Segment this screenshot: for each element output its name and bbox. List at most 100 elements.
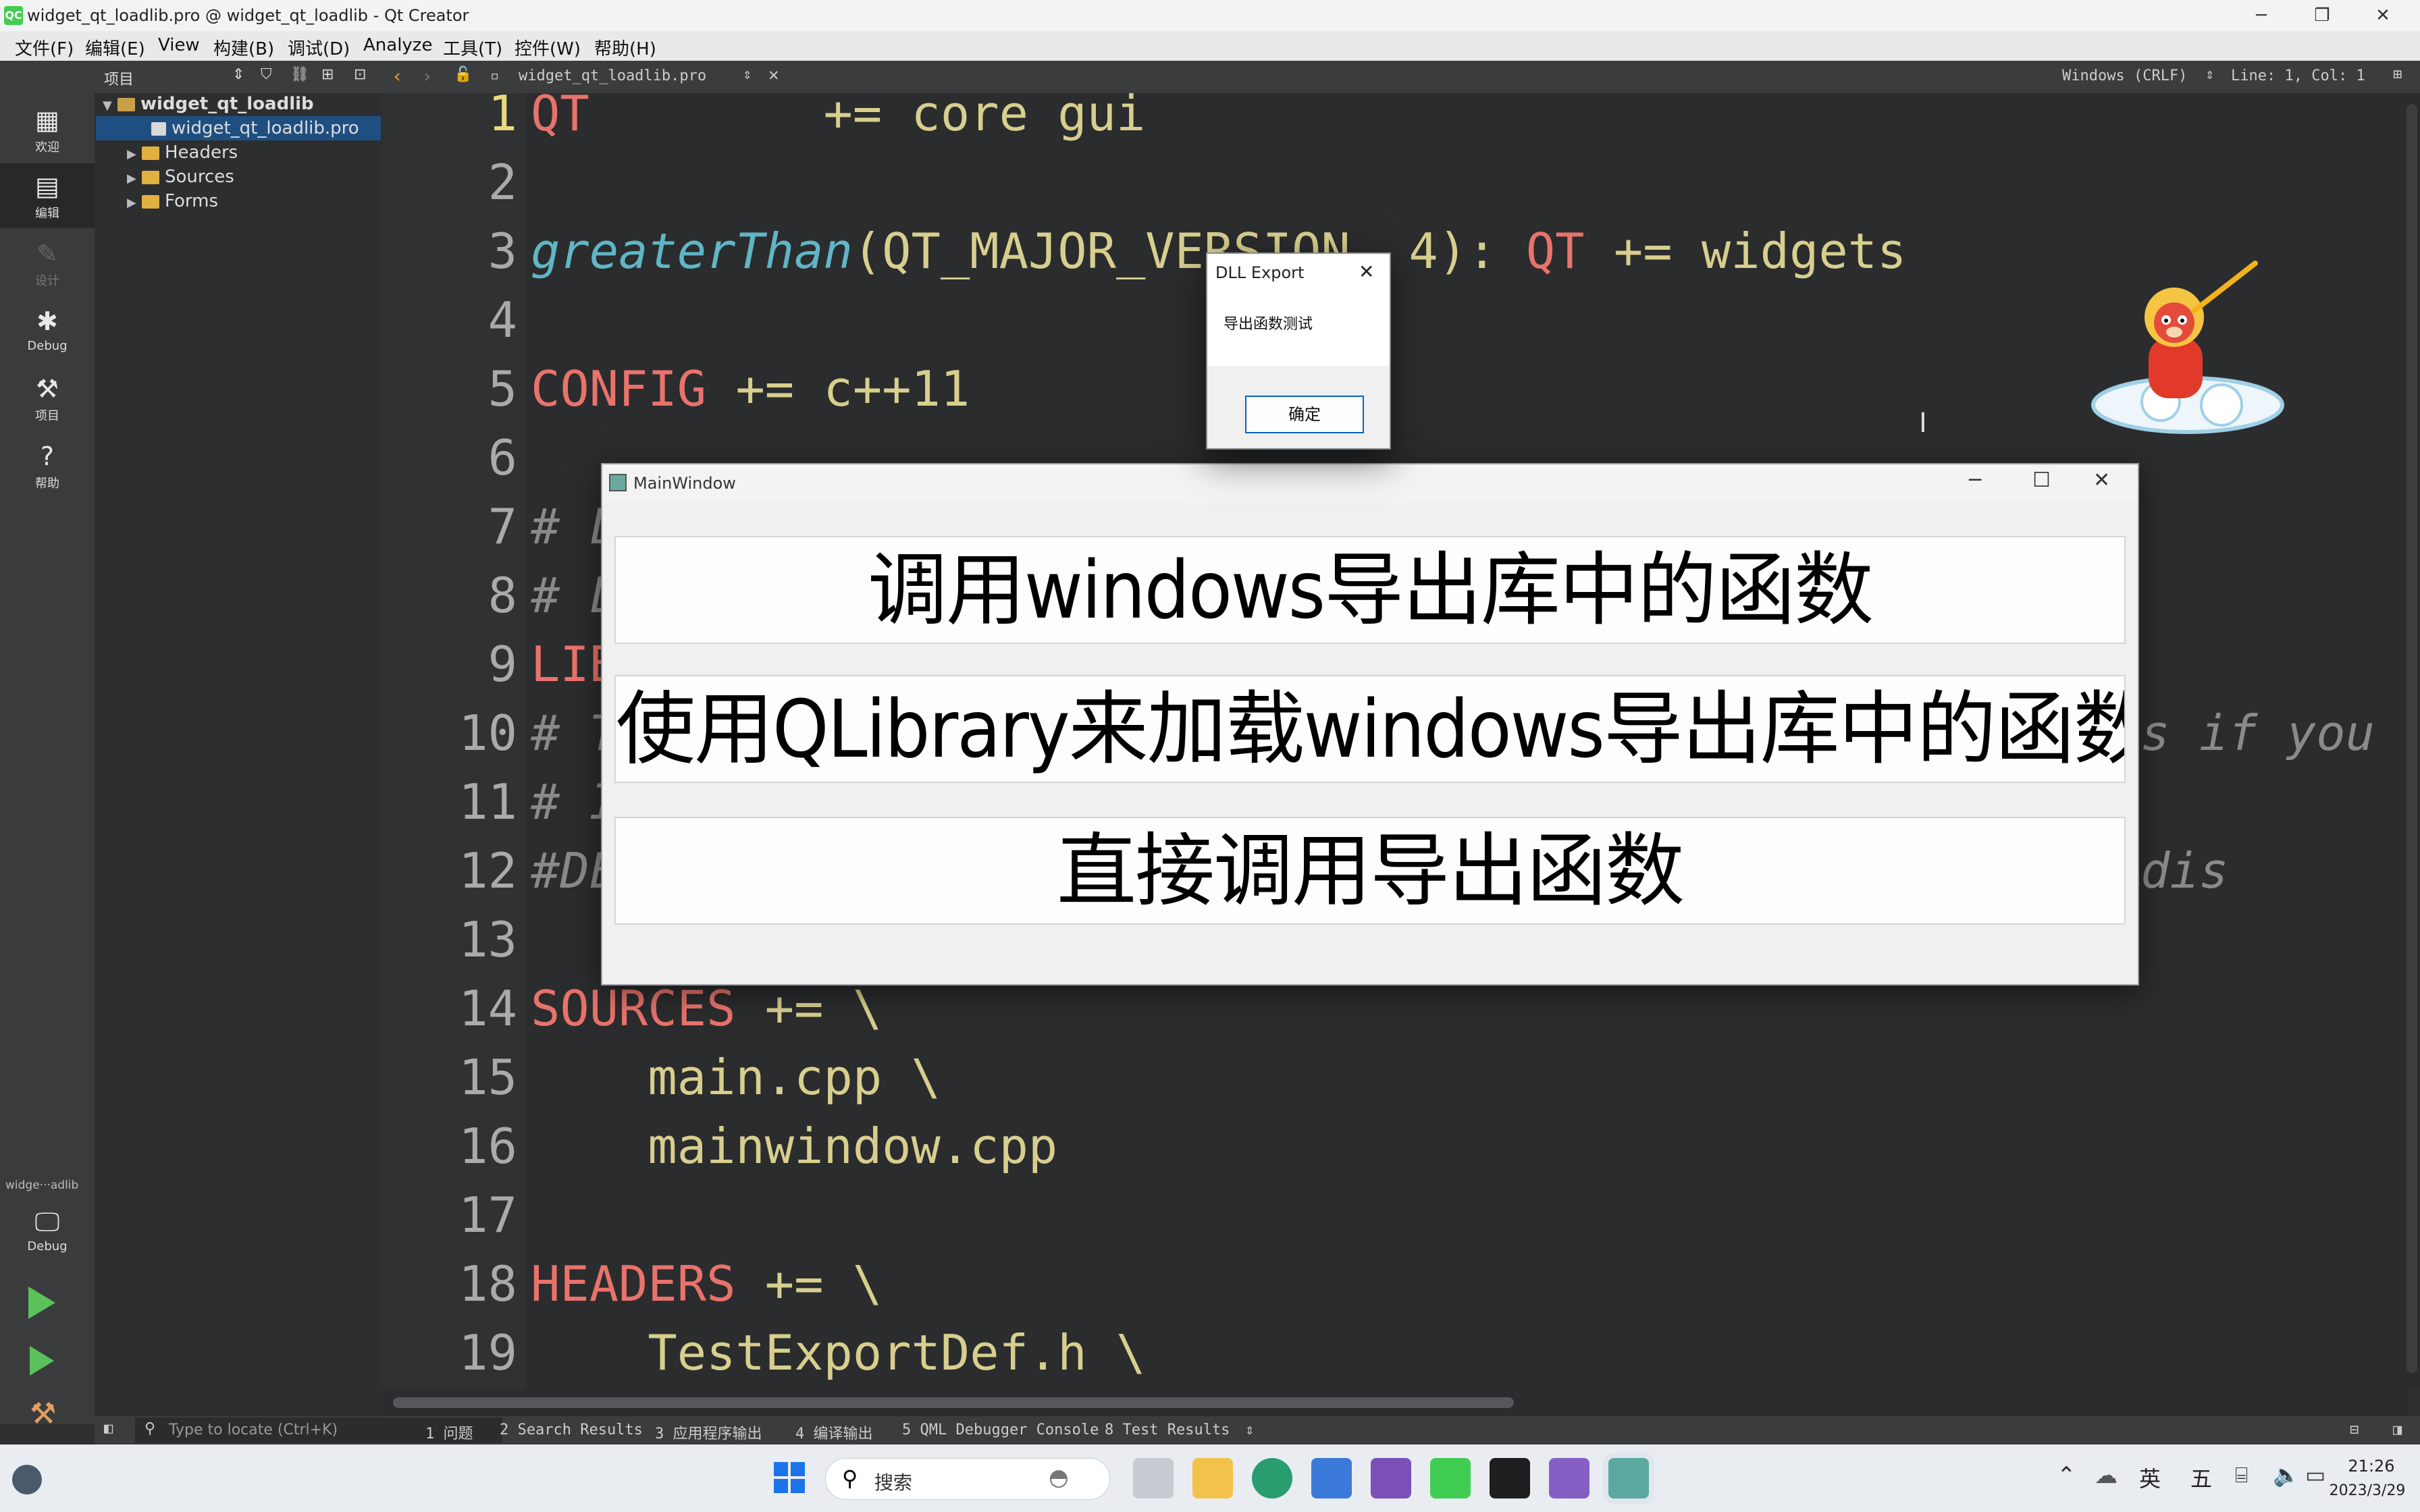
microsoft-store-icon[interactable] [1311, 1458, 1352, 1498]
visual-studio-code-icon[interactable] [1549, 1458, 1589, 1498]
split-editor-icon[interactable]: ⊞ [2393, 66, 2402, 83]
monkey-king-mascot-sticker [2091, 261, 2284, 434]
mode-label: 帮助 [35, 477, 59, 491]
code-line: TestExportDef.h \ [531, 1324, 1145, 1381]
mode-design[interactable]: ✎ 设计 [0, 231, 95, 296]
minimize-icon[interactable]: ─ [1969, 468, 1981, 492]
terminal-icon[interactable] [1490, 1458, 1530, 1498]
tree-item-pro-file[interactable]: widget_qt_loadlib.pro [151, 116, 359, 140]
back-icon[interactable]: ‹ [392, 65, 403, 87]
line-ending-dropdown-icon[interactable]: ⇕ [2205, 66, 2214, 83]
kit-selector[interactable]: 🖵 Debug [0, 1199, 95, 1264]
tree-item-sources[interactable]: ▶ Sources [127, 165, 234, 189]
mode-projects[interactable]: ⚒ 项目 [0, 366, 95, 431]
run-icon[interactable] [28, 1287, 55, 1319]
weekday-indicator[interactable]: 五 [2190, 1462, 2212, 1493]
line-ending-selector[interactable]: Windows (CRLF) [2062, 68, 2187, 84]
taskbar-search-label: 搜索 [874, 1472, 913, 1494]
horizontal-scroll-thumb[interactable] [393, 1397, 1514, 1408]
menu-tools[interactable]: 工具(T) [443, 35, 502, 60]
output-options-icon[interactable]: ⊟ [2350, 1422, 2359, 1438]
show-hidden-icons-icon[interactable]: ⌃ [2057, 1462, 2076, 1489]
code-token: HEADERS [531, 1256, 736, 1312]
ok-button[interactable]: 确定 [1245, 396, 1364, 433]
mode-welcome[interactable]: ▦ 欢迎 [0, 97, 95, 162]
close-document-icon[interactable]: ✕ [768, 65, 779, 85]
onedrive-cloud-icon[interactable]: ☁ [2095, 1462, 2118, 1489]
mode-debug[interactable]: ✱ Debug [0, 298, 95, 363]
code-line: main.cpp \ [531, 1049, 940, 1106]
output-pane-bar: ◧ ⚲ Type to locate (Ctrl+K) 1 问题 2 Searc… [95, 1416, 2420, 1444]
clock-time[interactable]: 21:26 [2331, 1457, 2412, 1476]
edge-browser-icon[interactable] [1252, 1458, 1292, 1498]
toggle-right-sidebar-icon[interactable]: ◨ [2393, 1422, 2402, 1438]
menu-help[interactable]: 帮助(H) [594, 35, 656, 60]
close-panel-icon[interactable]: ⊡ [354, 66, 366, 83]
call-windows-export-lib-button[interactable]: 调用windows导出库中的函数 [614, 536, 2126, 644]
mode-help[interactable]: ? 帮助 [0, 433, 95, 498]
tree-item-forms[interactable]: ▶ Forms [127, 189, 218, 213]
mainwindow-app-icon[interactable] [1608, 1458, 1649, 1498]
maximize-icon[interactable]: ☐ [2032, 468, 2051, 492]
cursor-position[interactable]: Line: 1, Col: 1 [2231, 68, 2365, 84]
mode-selector-bar: ▦ 欢迎 ▤ 编辑 ✎ 设计 ✱ Debug ⚒ 项目 ? 帮助 widge··… [0, 61, 95, 1431]
forward-icon[interactable]: › [421, 65, 433, 87]
line-number: 6 [488, 429, 517, 486]
line-number: 16 [458, 1118, 517, 1174]
menu-controls[interactable]: 控件(W) [515, 35, 581, 60]
volume-icon[interactable]: 🔈 [2273, 1462, 2300, 1488]
lock-icon[interactable]: 🔓 [454, 66, 472, 83]
clock-date[interactable]: 2023/3/29 [2320, 1482, 2415, 1499]
document-dropdown-icon[interactable]: ⇕ [743, 66, 752, 83]
output-tab-issues[interactable]: 1 问题 [425, 1422, 473, 1443]
split-icon[interactable]: ⊞ [321, 66, 334, 83]
debug-run-icon[interactable] [30, 1346, 54, 1376]
visual-studio-icon[interactable] [1371, 1458, 1411, 1498]
qt-creator-taskbar-icon[interactable] [1430, 1458, 1471, 1498]
line-number: 9 [488, 636, 517, 693]
mode-edit[interactable]: ▤ 编辑 [0, 163, 95, 228]
menu-analyze[interactable]: Analyze [363, 35, 432, 55]
close-icon[interactable]: ✕ [2093, 468, 2110, 492]
collapsed-arrow-icon: ▶ [127, 147, 136, 161]
wrench-icon: ⚒ [35, 374, 59, 404]
ime-indicator[interactable]: 英 [2139, 1462, 2161, 1493]
menu-file[interactable]: 文件(F) [15, 35, 74, 60]
open-document-selector[interactable]: widget_qt_loadlib.pro [519, 68, 706, 84]
vertical-scrollbar[interactable] [2404, 93, 2420, 1389]
vertical-scroll-thumb[interactable] [2406, 104, 2417, 1373]
menu-debug[interactable]: 调试(D) [288, 35, 350, 60]
horizontal-scrollbar[interactable] [382, 1389, 2408, 1416]
locator-placeholder: Type to locate (Ctrl+K) [169, 1422, 338, 1438]
file-explorer-icon[interactable] [1192, 1458, 1233, 1498]
output-tab-compile-output[interactable]: 4 编译输出 [795, 1422, 873, 1443]
window-app-icon [609, 474, 627, 491]
tree-item-headers[interactable]: ▶ Headers [127, 140, 238, 165]
build-hammer-icon[interactable]: ⚒ [30, 1397, 56, 1431]
weather-widget-icon[interactable] [12, 1465, 42, 1494]
qlibrary-load-button[interactable]: 使用QLibrary来加载windows导出库中的函数 [614, 675, 2126, 783]
task-view-icon[interactable] [1133, 1458, 1174, 1498]
output-tab-app-output[interactable]: 3 应用程序输出 [655, 1422, 762, 1443]
menu-bar: 文件(F) 编辑(E) View 构建(B) 调试(D) Analyze 工具(… [0, 31, 2420, 61]
close-icon[interactable]: ✕ [1359, 261, 1374, 283]
output-tab-qml-debugger[interactable]: 5 QML Debugger Console [902, 1422, 1099, 1438]
network-icon[interactable]: ⌸ [2235, 1462, 2248, 1488]
windows-start-icon[interactable] [774, 1462, 805, 1493]
output-tab-test-results[interactable]: 8 Test Results [1105, 1422, 1230, 1438]
minimize-icon[interactable]: ─ [2231, 0, 2292, 31]
output-tab-search-results[interactable]: 2 Search Results [500, 1422, 643, 1438]
tree-root-project[interactable]: ▼ widget_qt_loadlib [103, 92, 314, 116]
filter-icon[interactable]: ⛉ [261, 66, 272, 83]
output-tabs-dropdown-icon[interactable]: ⇕ [1245, 1422, 1254, 1438]
close-icon[interactable]: ✕ [2352, 0, 2413, 31]
taskbar-search-box[interactable]: ⚲ 搜索 ◓ [825, 1458, 1110, 1500]
menu-edit[interactable]: 编辑(E) [85, 35, 145, 60]
menu-view[interactable]: View [158, 35, 200, 55]
direct-call-export-button[interactable]: 直接调用导出函数 [614, 817, 2126, 925]
maximize-icon[interactable]: ❐ [2292, 0, 2352, 31]
panel-view-dropdown-icon[interactable]: ⇕ [232, 66, 244, 83]
menu-build[interactable]: 构建(B) [213, 35, 274, 60]
link-icon[interactable]: ⛓ [290, 66, 309, 83]
toggle-sidebar-icon[interactable]: ◧ [104, 1420, 113, 1437]
